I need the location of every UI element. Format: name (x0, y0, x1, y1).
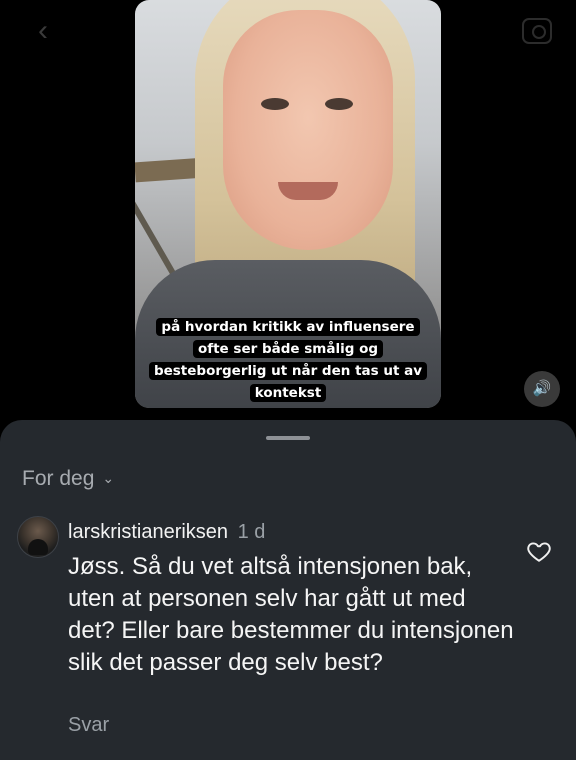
caption-line: på hvordan kritikk av influensere (156, 318, 420, 336)
comments-sheet: For deg ⌄ larskristianeriksen 1 d Jøss. … (0, 420, 576, 760)
right-eye (325, 98, 353, 110)
face (223, 10, 393, 250)
avatar[interactable] (17, 516, 59, 558)
comment-filter-dropdown[interactable]: For deg ⌄ (22, 467, 114, 491)
chevron-left-icon[interactable]: ‹ (38, 16, 60, 46)
caption-line: kontekst (249, 384, 327, 402)
comment-time: 1 d (237, 521, 266, 543)
reply-button[interactable]: Svar (68, 714, 109, 737)
caption-line: besteborgerlig ut når den tas ut av (148, 362, 428, 380)
video-player[interactable]: på hvordan kritikk av influensere ofte s… (135, 0, 441, 408)
video-caption: på hvordan kritikk av influensere ofte s… (135, 316, 441, 404)
filter-label: For deg (22, 467, 95, 490)
chevron-down-icon: ⌄ (102, 469, 115, 486)
greenhouse-bar (135, 176, 181, 284)
comment-header: larskristianeriksen 1 d (68, 521, 265, 544)
comment-text: Jøss. Så du vet altså intensjonen bak, u… (68, 553, 514, 676)
caption-line: ofte ser både smålig og (192, 340, 384, 358)
heart-icon[interactable] (526, 538, 552, 564)
comment-username[interactable]: larskristianeriksen (68, 521, 228, 543)
mouth (278, 182, 338, 200)
sheet-drag-handle[interactable] (266, 436, 310, 440)
left-eye (261, 98, 289, 110)
camera-icon[interactable] (522, 18, 552, 44)
speaker-icon[interactable]: 🔊 (524, 371, 560, 407)
